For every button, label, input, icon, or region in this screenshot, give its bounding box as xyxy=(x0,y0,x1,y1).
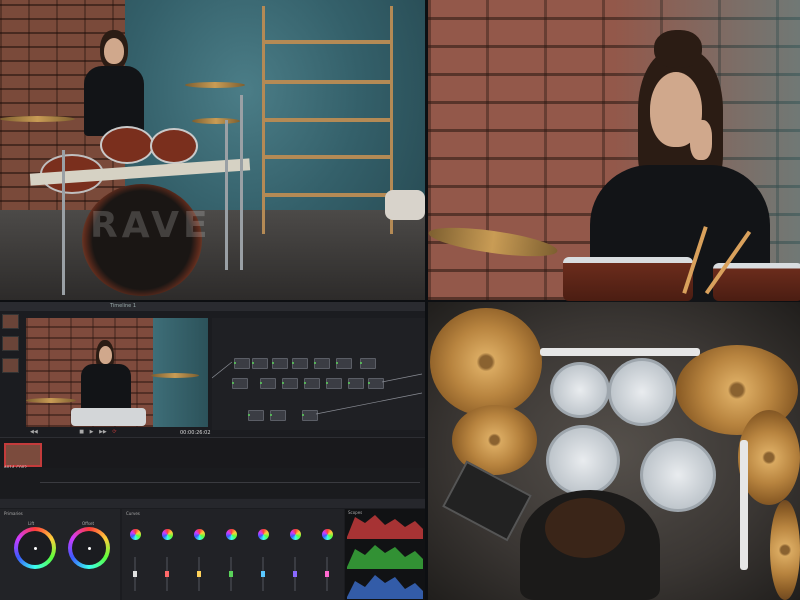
loop-icon[interactable]: ⟳ xyxy=(112,429,116,435)
hair xyxy=(545,498,625,558)
stand xyxy=(240,95,243,270)
tom-head xyxy=(608,358,676,426)
slider[interactable] xyxy=(133,557,137,591)
slider[interactable] xyxy=(197,557,201,591)
wheel-label: Offset xyxy=(82,521,95,526)
studio-wide-shot: RAVE xyxy=(0,0,425,300)
rack-tom xyxy=(100,126,154,164)
gallery-thumb[interactable] xyxy=(2,314,19,329)
top-bar: Timeline 1 xyxy=(0,302,425,311)
gain-wheel[interactable] xyxy=(68,527,110,569)
hihat-cymbal xyxy=(192,118,240,124)
drummer xyxy=(78,30,148,140)
drums xyxy=(71,408,146,426)
lift-wheel[interactable] xyxy=(14,527,56,569)
slider[interactable] xyxy=(229,557,233,591)
closeup-kit xyxy=(427,222,800,301)
viewer[interactable] xyxy=(26,318,208,427)
shelf xyxy=(262,40,390,44)
crash-cymbal xyxy=(0,116,75,122)
shirt xyxy=(81,364,131,409)
hand xyxy=(690,120,712,160)
shirt xyxy=(84,66,144,136)
hue-wheel[interactable] xyxy=(162,529,173,540)
clip-strip xyxy=(0,437,425,468)
slider[interactable] xyxy=(293,557,297,591)
hue-wheel[interactable] xyxy=(258,529,269,540)
viewer-timecode: 00:00:26:02 xyxy=(180,430,211,436)
shelf xyxy=(262,80,390,84)
clip-thumbnail[interactable] xyxy=(4,443,42,467)
node-links xyxy=(212,361,423,415)
hihat-cymbal xyxy=(427,222,559,262)
wheel-label: Lift xyxy=(28,521,35,526)
face xyxy=(99,346,112,364)
gallery-thumb[interactable] xyxy=(2,336,19,351)
hue-wheel[interactable] xyxy=(290,529,301,540)
hue-wheel[interactable] xyxy=(322,529,333,540)
hair-bun xyxy=(654,30,702,68)
stand xyxy=(62,150,65,295)
ride-cymbal xyxy=(185,82,245,88)
primaries-panel[interactable]: Primaries Lift Offset xyxy=(0,509,120,600)
curves-panel[interactable]: Curves xyxy=(122,509,344,600)
shelf xyxy=(262,155,390,159)
gallery-strip[interactable] xyxy=(0,312,20,392)
cymbal xyxy=(151,373,199,378)
watermark: RAVE xyxy=(90,205,212,246)
stop-icon[interactable]: ■ xyxy=(79,429,84,435)
snare-head xyxy=(546,425,620,496)
shelf xyxy=(262,193,390,197)
page-title: Timeline 1 xyxy=(110,303,137,309)
scopes-panel: Scopes xyxy=(345,509,425,600)
panel-title: Curves xyxy=(126,511,140,516)
stand xyxy=(225,120,228,270)
rack-rail xyxy=(540,348,700,356)
stool xyxy=(385,190,425,220)
parade-scope xyxy=(347,515,423,599)
timeline-track xyxy=(40,482,420,483)
slider[interactable] xyxy=(165,557,169,591)
floor-tom-head xyxy=(640,438,716,512)
snare-drum xyxy=(563,257,693,301)
gallery-thumb[interactable] xyxy=(2,358,19,373)
rewind-icon[interactable]: ◀◀ xyxy=(30,429,38,435)
mini-timeline[interactable] xyxy=(0,468,425,498)
shelf xyxy=(262,118,390,122)
cymbal xyxy=(26,398,76,403)
play-icon[interactable]: ▶ xyxy=(90,429,94,435)
rack-rail xyxy=(740,440,748,570)
slider[interactable] xyxy=(325,557,329,591)
panel-title: Primaries xyxy=(4,511,23,516)
resolve-color-page: Timeline 1 ◀◀ ■ ▶ ▶▶ ⟳ 00:00:26:02 Prima… xyxy=(0,302,425,600)
panel-title: Scopes xyxy=(348,510,363,515)
hue-wheel[interactable] xyxy=(226,529,237,540)
hue-wheel[interactable] xyxy=(130,529,141,540)
node-graph[interactable] xyxy=(212,318,425,430)
transport-controls: ◀◀ ■ ▶ ▶▶ ⟳ xyxy=(30,429,150,435)
hue-wheel[interactable] xyxy=(194,529,205,540)
slider[interactable] xyxy=(261,557,265,591)
forward-icon[interactable]: ▶▶ xyxy=(99,429,107,435)
crash-cymbal xyxy=(430,308,542,416)
rack-tom xyxy=(150,128,198,164)
palette-toolbar[interactable] xyxy=(0,499,425,508)
edge-cymbal xyxy=(770,500,800,600)
face xyxy=(104,38,124,64)
tom-head xyxy=(550,362,610,418)
